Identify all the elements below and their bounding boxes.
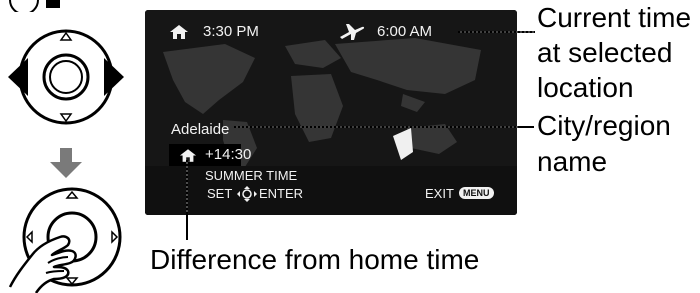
world-map: [145, 10, 517, 215]
step-number-badge-icon: [9, 0, 60, 12]
home-icon: [179, 149, 197, 162]
callout-current-time-line1: Current time: [537, 2, 692, 33]
home-icon: [170, 25, 188, 39]
arrow-down-icon: [50, 148, 82, 178]
callout-city-region-line2: name: [537, 146, 608, 177]
right-arrow-icon: [104, 58, 124, 96]
enter-label: ENTER: [259, 186, 304, 201]
joystick-icon: [237, 186, 257, 202]
time-difference: +14:30: [205, 146, 252, 163]
callout-current-time-line2: at selected: [537, 37, 673, 68]
hand-pointer-icon[interactable]: [6, 183, 128, 293]
home-time: 3:30 PM: [203, 23, 259, 40]
left-arrow-icon: [8, 58, 28, 96]
airplane-icon: [340, 24, 365, 40]
city-name: Adelaide: [171, 121, 230, 138]
callout-city-region-line1: City/region: [537, 110, 671, 141]
menu-button-badge: MENU: [459, 187, 494, 199]
callout-current-time-line3: location: [537, 72, 634, 103]
summer-time-label: SUMMER TIME: [205, 168, 298, 183]
world-time-screen: 3:30 PM 6:00 AM Adelaide +14:30 SUMMER T…: [145, 10, 517, 215]
set-label: SET: [207, 186, 233, 201]
destination-time: 6:00 AM: [377, 23, 433, 40]
exit-label: EXIT: [425, 186, 454, 201]
four-way-dial-icon[interactable]: [6, 18, 126, 136]
callout-difference: Difference from home time: [150, 244, 480, 275]
